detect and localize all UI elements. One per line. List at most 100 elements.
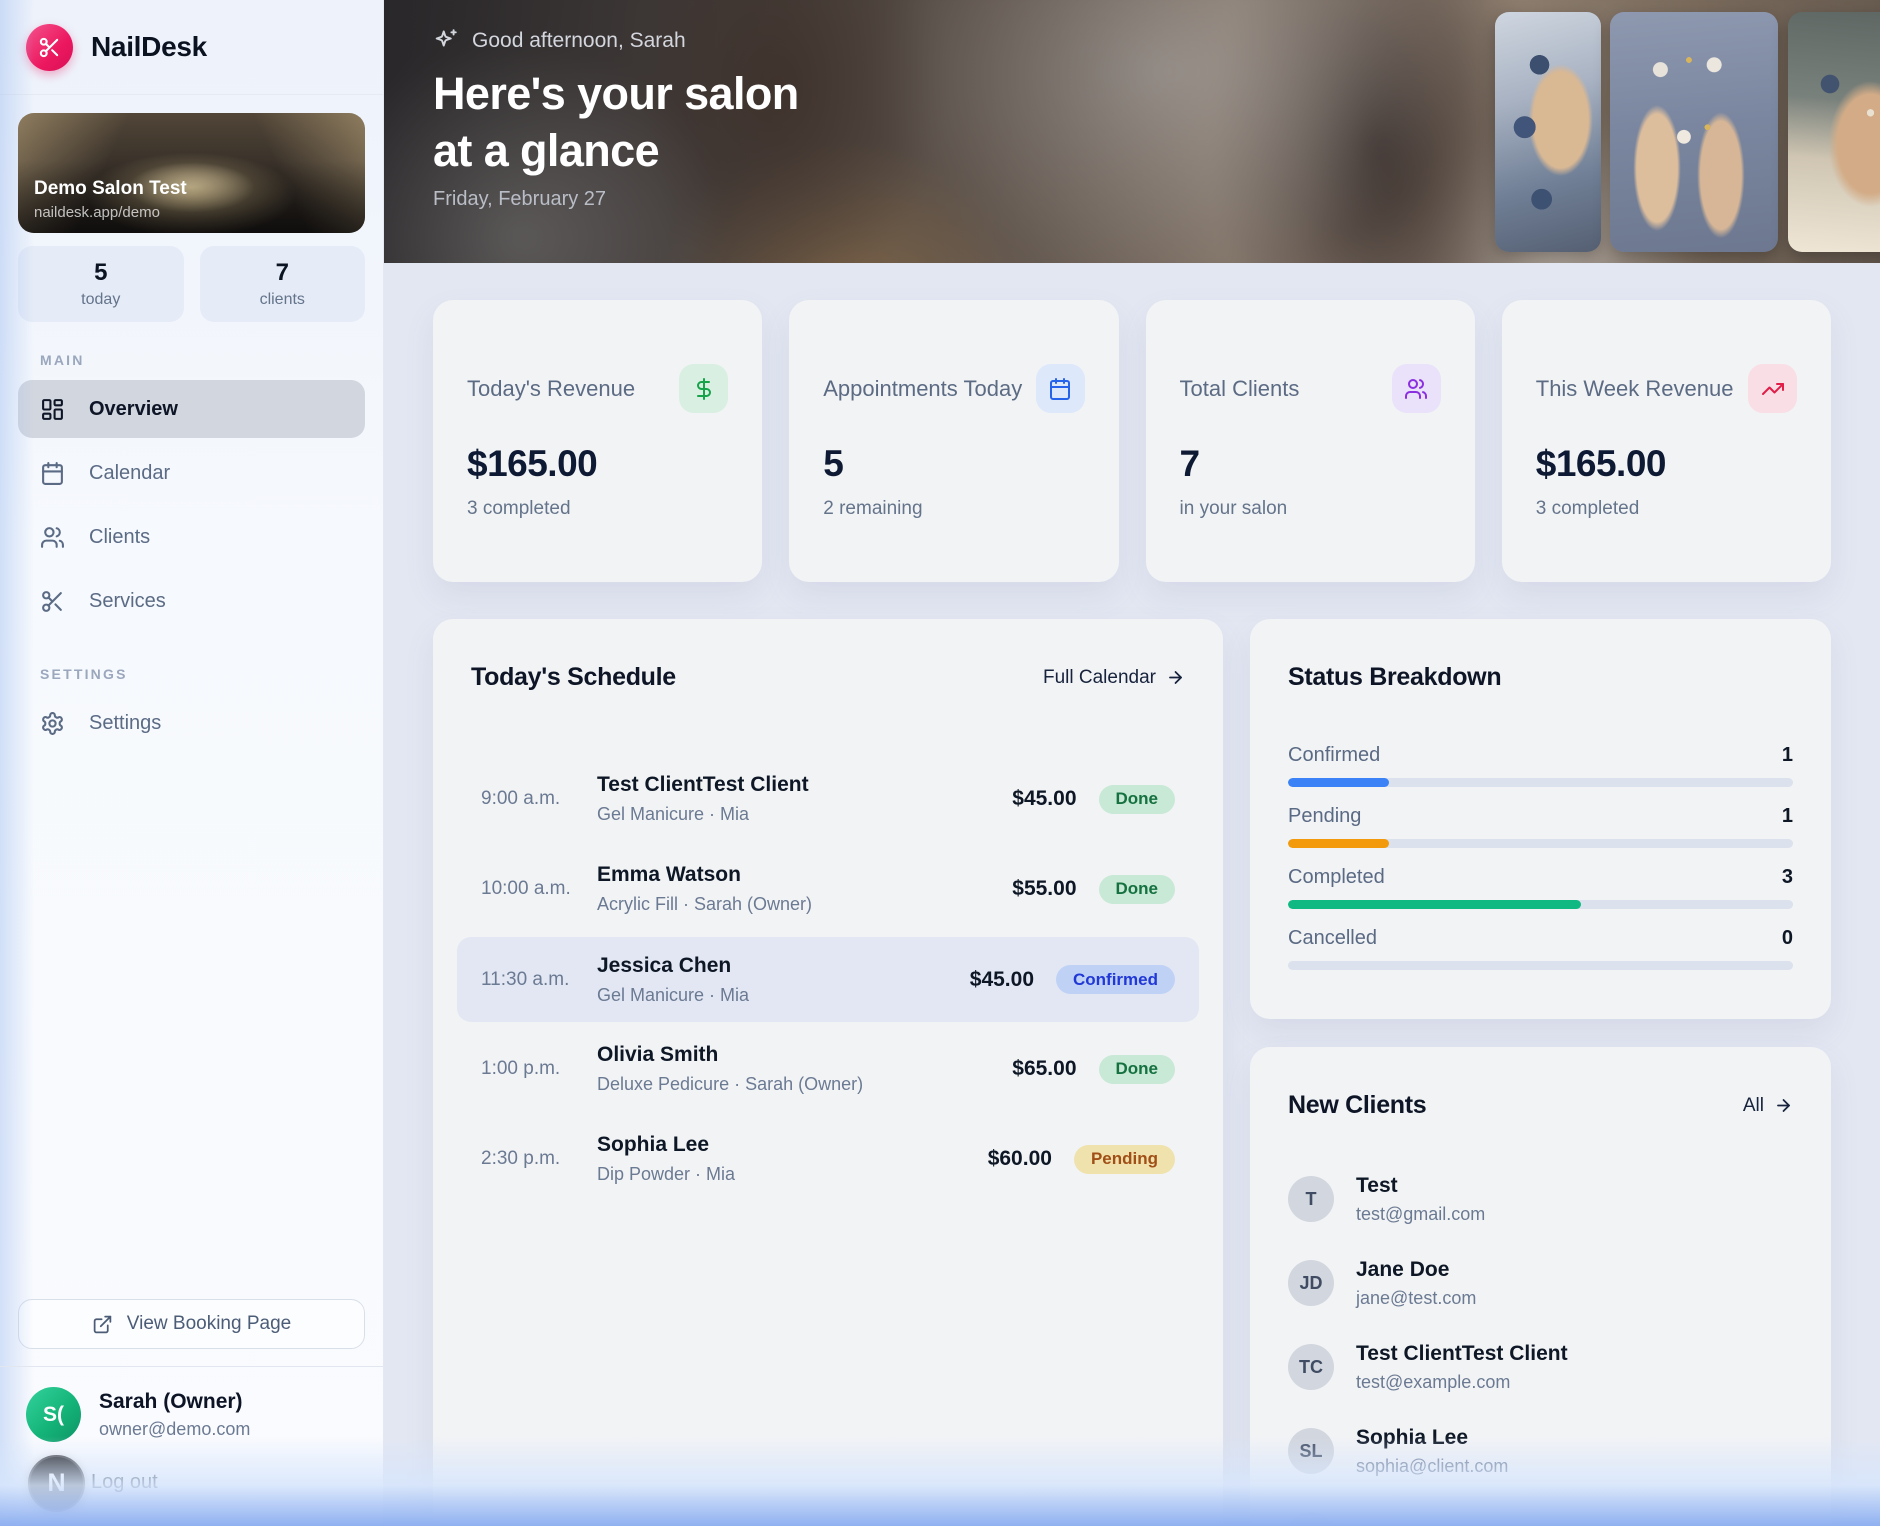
progress-track [1288, 839, 1793, 848]
client-row[interactable]: T Test test@gmail.com [1288, 1176, 1793, 1222]
status-row-completed: Completed 3 [1288, 866, 1793, 909]
appointment-price: $60.00 [956, 1147, 1052, 1171]
status-row-confirmed: Confirmed 1 [1288, 744, 1793, 787]
sidebar-stats: 5 today 7 clients [18, 246, 365, 322]
all-clients-link[interactable]: All [1743, 1095, 1793, 1117]
appointment-price: $65.00 [981, 1057, 1077, 1081]
avatar: SL [1288, 1428, 1334, 1474]
sparkles-icon [433, 28, 459, 54]
status-row-cancelled: Cancelled 0 [1288, 927, 1793, 970]
app-header: NailDesk [0, 0, 383, 95]
avatar: T [1288, 1176, 1334, 1222]
progress-track [1288, 900, 1793, 909]
sidebar-footer: S( Sarah (Owner) owner@demo.com Log out … [0, 1366, 383, 1526]
stat-chip-today-label: today [81, 291, 120, 309]
sidebar-item-settings[interactable]: Settings [18, 694, 365, 752]
nav-section-settings-label: SETTINGS [40, 666, 383, 682]
stat-label: This Week Revenue [1536, 376, 1734, 402]
appointment-row[interactable]: 1:00 p.m. Olivia Smith Deluxe Pedicure ·… [457, 1024, 1199, 1114]
settings-nav: Settings [0, 694, 383, 758]
dashboard-icon [40, 397, 65, 422]
appointment-price: $45.00 [981, 787, 1077, 811]
main-content: Good afternoon, Sarah Here's your salon … [384, 0, 1880, 1526]
appointment-service: Dip Powder · Mia [597, 1164, 956, 1185]
sidebar: NailDesk Demo Salon Test naildesk.app/de… [0, 0, 384, 1526]
status-badge: Done [1099, 785, 1176, 814]
sidebar-item-overview[interactable]: Overview [18, 380, 365, 438]
client-row[interactable]: TC Test ClientTest Client test@example.c… [1288, 1344, 1793, 1390]
client-row[interactable]: JC Jessica Chen [1288, 1512, 1793, 1526]
client-name: Test [1356, 1174, 1485, 1198]
logout-label: Log out [91, 1471, 158, 1494]
gear-icon [40, 711, 65, 736]
user-row[interactable]: S( Sarah (Owner) owner@demo.com [26, 1387, 357, 1442]
appointment-time: 2:30 p.m. [481, 1148, 597, 1170]
stat-label: Today's Revenue [467, 376, 635, 402]
stat-value: 5 [823, 443, 1084, 485]
stat-value: 7 [1180, 443, 1441, 485]
client-email: jane@test.com [1356, 1288, 1476, 1309]
todays-schedule-panel: Today's Schedule Full Calendar 9:00 a.m.… [433, 619, 1223, 1526]
stats-row: Today's Revenue $165.00 3 completed Appo… [433, 300, 1831, 582]
stat-label: Total Clients [1180, 376, 1300, 402]
page-title: Here's your salon at a glance [433, 66, 799, 179]
appointment-service: Gel Manicure · Mia [597, 985, 938, 1006]
appointment-row[interactable]: 10:00 a.m. Emma Watson Acrylic Fill · Sa… [457, 844, 1199, 934]
new-clients-panel: New Clients All T Test [1250, 1047, 1831, 1526]
salon-name: Demo Salon Test [34, 178, 187, 200]
client-name: Sophia Lee [1356, 1426, 1508, 1450]
avatar: TC [1288, 1344, 1334, 1390]
user-name: Sarah (Owner) [99, 1390, 250, 1414]
view-booking-page-button[interactable]: View Booking Page [18, 1299, 365, 1349]
progress-track [1288, 778, 1793, 787]
salon-url: naildesk.app/demo [34, 204, 187, 221]
view-booking-page-label: View Booking Page [127, 1313, 291, 1335]
nextjs-dev-badge[interactable]: N [28, 1455, 85, 1512]
arrow-right-icon [1774, 1096, 1793, 1115]
client-name: Test ClientTest Client [1356, 1342, 1568, 1366]
appointment-row-selected[interactable]: 11:30 a.m. Jessica Chen Gel Manicure · M… [457, 937, 1199, 1022]
appointment-client: Emma Watson [597, 863, 981, 887]
status-label: Completed [1288, 866, 1385, 889]
client-email: sophia@client.com [1356, 1456, 1508, 1477]
client-row[interactable]: JD Jane Doe jane@test.com [1288, 1260, 1793, 1306]
appointment-service: Gel Manicure · Mia [597, 804, 981, 825]
progress-fill [1288, 839, 1389, 848]
users-icon [40, 525, 65, 550]
client-name: Jane Doe [1356, 1258, 1476, 1282]
users-icon [1392, 364, 1441, 413]
trend-up-icon [1748, 364, 1797, 413]
stat-sub: 2 remaining [823, 498, 1084, 520]
stat-chip-clients-label: clients [260, 291, 305, 309]
full-calendar-link[interactable]: Full Calendar [1043, 667, 1185, 689]
sidebar-item-services[interactable]: Services [18, 572, 365, 630]
appointment-time: 11:30 a.m. [481, 969, 597, 991]
appointment-time: 10:00 a.m. [481, 878, 597, 900]
client-email: test@gmail.com [1356, 1204, 1485, 1225]
stat-card-appointments-today: Appointments Today 5 2 remaining [789, 300, 1118, 582]
sidebar-item-label: Calendar [89, 462, 170, 485]
avatar: JC [1288, 1512, 1334, 1526]
nail-photo-1 [1495, 12, 1601, 252]
appointment-row[interactable]: 2:30 p.m. Sophia Lee Dip Powder · Mia $6… [457, 1114, 1199, 1204]
status-badge: Pending [1074, 1145, 1175, 1174]
greeting-text: Good afternoon, Sarah [472, 29, 686, 53]
stat-card-todays-revenue: Today's Revenue $165.00 3 completed [433, 300, 762, 582]
stat-label: Appointments Today [823, 376, 1022, 402]
logout-button[interactable]: Log out N [0, 1455, 383, 1515]
client-row[interactable]: SL Sophia Lee sophia@client.com [1288, 1428, 1793, 1474]
sidebar-item-calendar[interactable]: Calendar [18, 444, 365, 502]
salon-card[interactable]: Demo Salon Test naildesk.app/demo [18, 113, 365, 233]
scissors-icon [38, 36, 61, 59]
hero-date: Friday, February 27 [433, 188, 799, 211]
stat-card-week-revenue: This Week Revenue $165.00 3 completed [1502, 300, 1831, 582]
sidebar-item-clients[interactable]: Clients [18, 508, 365, 566]
status-count: 1 [1782, 805, 1793, 828]
stat-value: $165.00 [1536, 443, 1797, 485]
sidebar-item-label: Settings [89, 712, 161, 735]
status-badge: Confirmed [1056, 965, 1175, 994]
appointment-client: Test ClientTest Client [597, 773, 981, 797]
appointment-row[interactable]: 9:00 a.m. Test ClientTest Client Gel Man… [457, 754, 1199, 844]
calendar-icon [40, 461, 65, 486]
appointment-client: Jessica Chen [597, 954, 938, 978]
